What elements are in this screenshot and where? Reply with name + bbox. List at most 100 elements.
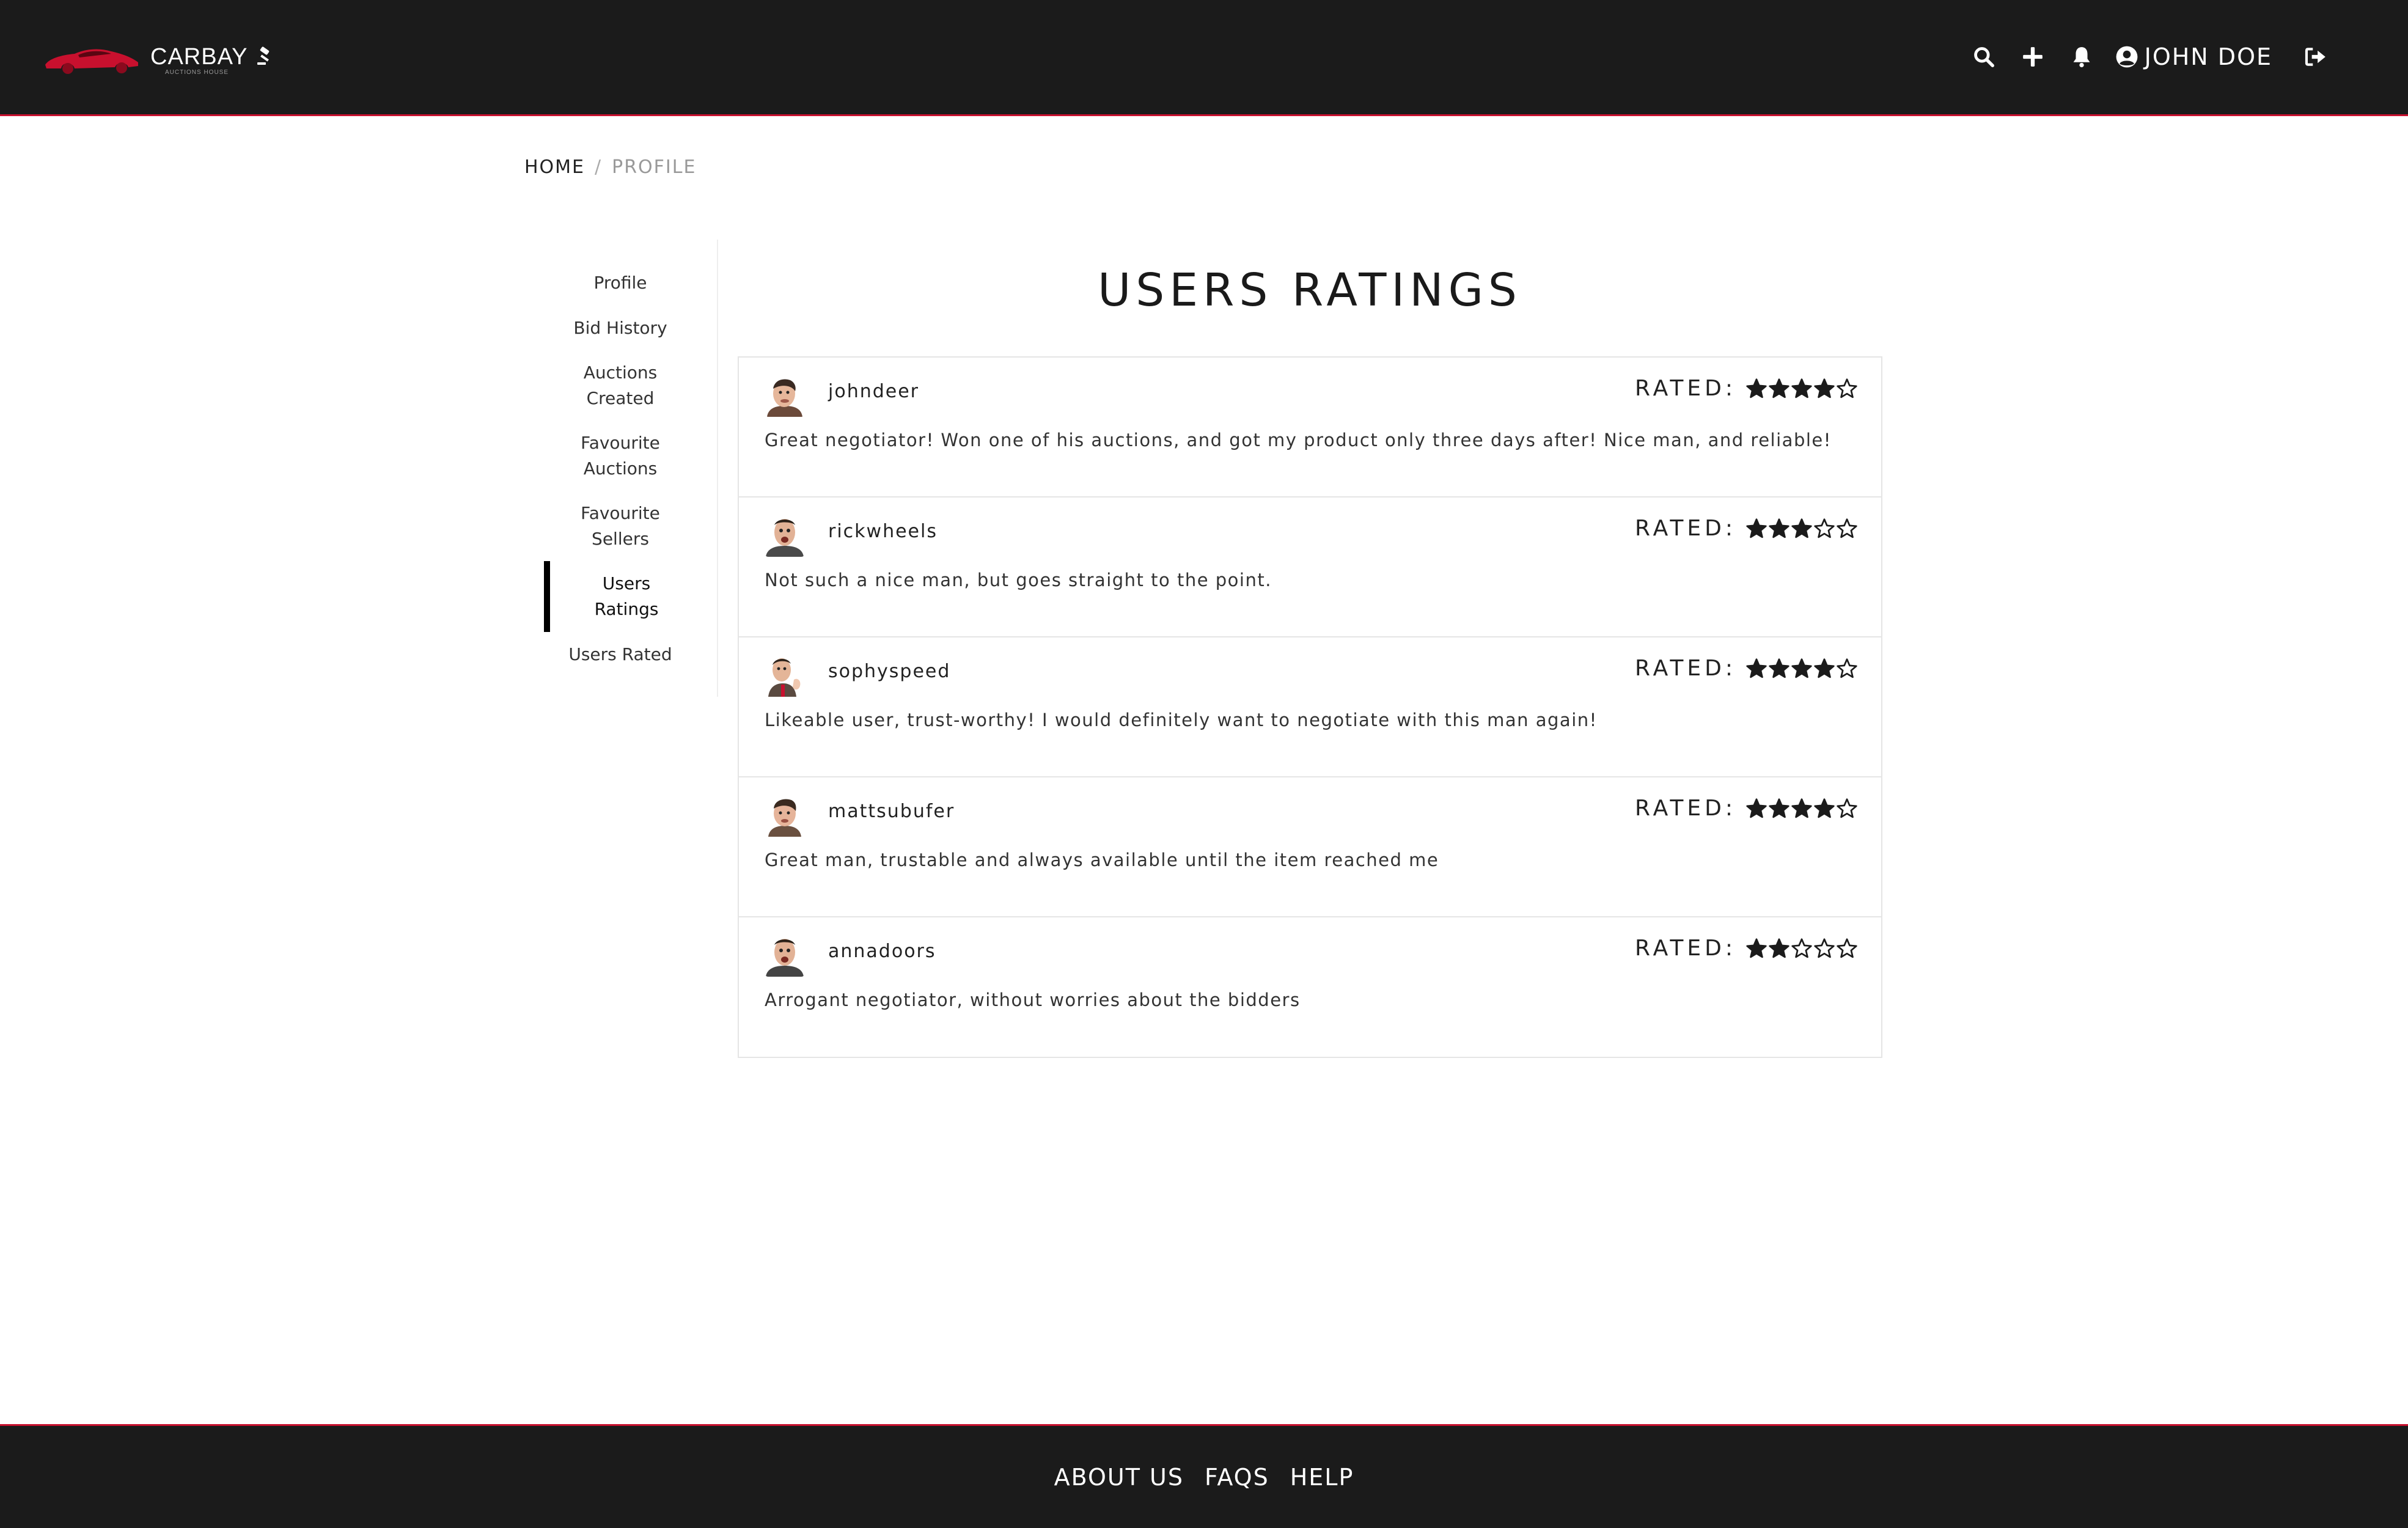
rated-label: RATED: <box>1635 516 1736 541</box>
star-filled-icon <box>1791 798 1812 818</box>
rated-label: RATED: <box>1635 656 1736 681</box>
star-empty-icon <box>1814 938 1835 958</box>
star-filled-icon <box>1769 378 1789 398</box>
user-avatar-icon <box>765 514 805 557</box>
star-empty-icon <box>1837 938 1857 958</box>
star-filled-icon <box>1791 518 1812 538</box>
sidebar-item-users-ratings[interactable]: Users Ratings <box>550 571 703 622</box>
sidebar-item-favourite-sellers[interactable]: Favourite Sellers <box>544 501 697 552</box>
sidebar-item-profile[interactable]: Profile <box>544 270 697 296</box>
page-title: USERS RATINGS <box>1098 264 1522 317</box>
rating-comment: Arrogant negotiator, without worries abo… <box>765 990 1301 1010</box>
avatar[interactable] <box>765 934 805 977</box>
footer: ABOUT US FAQS HELP <box>0 1424 2408 1528</box>
star-empty-icon <box>1837 798 1857 818</box>
star-empty-icon <box>1837 378 1857 398</box>
star-rating <box>1745 938 1858 960</box>
rating-username[interactable]: johndeer <box>828 381 919 402</box>
star-filled-icon <box>1769 518 1789 538</box>
sidebar-item-users-rated[interactable]: Users Rated <box>544 642 697 667</box>
star-filled-icon <box>1769 798 1789 818</box>
rating-card: sophyspeed RATED: Likeable user, trust-w… <box>739 637 1881 777</box>
star-rating <box>1745 518 1858 540</box>
user-avatar-icon <box>765 374 805 417</box>
star-filled-icon <box>1769 938 1789 958</box>
star-rating <box>1745 658 1858 680</box>
rating-comment: Great negotiator! Won one of his auction… <box>765 430 1832 450</box>
top-navbar: CARBAY AUCTIONS HOUSE JOHN DOE <box>0 0 2408 116</box>
user-circle-icon <box>2116 46 2138 68</box>
star-filled-icon <box>1814 378 1835 398</box>
ratings-list: johndeer RATED: Great negotiator! Won on… <box>738 356 1882 1058</box>
rating-comment: Likeable user, trust-worthy! I would def… <box>765 710 1598 730</box>
plus-icon <box>2022 47 2043 67</box>
footer-link-faqs[interactable]: FAQS <box>1205 1464 1269 1491</box>
avatar[interactable] <box>765 514 805 557</box>
rating-card: annadoors RATED: Arrogant negotiator, wi… <box>739 917 1881 1057</box>
sign-out-icon <box>2305 48 2325 66</box>
profile-sidebar: Profile Bid History Auctions Created Fav… <box>544 240 718 697</box>
footer-link-help[interactable]: HELP <box>1290 1464 1354 1491</box>
star-empty-icon <box>1837 658 1857 678</box>
rating-username[interactable]: annadoors <box>828 941 936 962</box>
star-rating <box>1745 378 1858 400</box>
star-filled-icon <box>1769 658 1789 678</box>
breadcrumb-home-link[interactable]: HOME <box>524 156 585 178</box>
car-logo-icon <box>45 49 138 74</box>
rating-score: RATED: <box>1635 796 1858 821</box>
notifications-button[interactable] <box>2063 38 2101 76</box>
rating-card: rickwheels RATED: Not such a nice man, b… <box>739 498 1881 637</box>
avatar[interactable] <box>765 654 805 697</box>
breadcrumb-separator: / <box>595 156 603 178</box>
bell-icon <box>2073 47 2090 68</box>
rated-label: RATED: <box>1635 376 1736 401</box>
logout-button[interactable] <box>2297 38 2335 76</box>
user-name: JOHN DOE <box>2144 43 2272 70</box>
sidebar-active-indicator <box>544 561 550 632</box>
star-filled-icon <box>1746 378 1767 398</box>
rating-score: RATED: <box>1635 376 1858 401</box>
footer-link-about-us[interactable]: ABOUT US <box>1054 1464 1184 1491</box>
star-filled-icon <box>1814 798 1835 818</box>
star-filled-icon <box>1746 798 1767 818</box>
brand-subtitle: AUCTIONS HOUSE <box>165 68 229 76</box>
star-empty-icon <box>1814 518 1835 538</box>
gavel-icon <box>257 46 270 65</box>
user-avatar-icon <box>765 654 805 697</box>
star-filled-icon <box>1791 378 1812 398</box>
rating-comment: Not such a nice man, but goes straight t… <box>765 570 1272 590</box>
rating-username[interactable]: sophyspeed <box>828 661 950 682</box>
rating-score: RATED: <box>1635 936 1858 961</box>
search-button[interactable] <box>1965 38 2003 76</box>
star-filled-icon <box>1746 658 1767 678</box>
rating-card: mattsubufer RATED: Great man, trustable … <box>739 777 1881 917</box>
sidebar-item-auctions-created[interactable]: Auctions Created <box>544 360 697 411</box>
sidebar-item-bid-history[interactable]: Bid History <box>544 315 697 341</box>
rating-score: RATED: <box>1635 656 1858 681</box>
rating-username[interactable]: rickwheels <box>828 521 938 542</box>
rating-score: RATED: <box>1635 516 1858 541</box>
avatar[interactable] <box>765 794 805 837</box>
star-filled-icon <box>1814 658 1835 678</box>
star-filled-icon <box>1746 518 1767 538</box>
star-rating <box>1745 798 1858 820</box>
star-empty-icon <box>1791 938 1812 958</box>
star-empty-icon <box>1837 518 1857 538</box>
user-menu[interactable]: JOHN DOE <box>2115 43 2272 70</box>
rated-label: RATED: <box>1635 796 1736 821</box>
star-filled-icon <box>1791 658 1812 678</box>
brand-name: CARBAY <box>150 43 248 70</box>
sidebar-item-favourite-auctions[interactable]: Favourite Auctions <box>544 430 697 482</box>
avatar[interactable] <box>765 374 805 417</box>
navbar-actions: JOHN DOE <box>1954 38 2335 76</box>
breadcrumb: HOME / PROFILE <box>524 156 696 178</box>
user-avatar-icon <box>765 794 805 837</box>
search-icon <box>1973 47 1994 67</box>
rating-username[interactable]: mattsubufer <box>828 801 955 822</box>
create-auction-button[interactable] <box>2014 38 2052 76</box>
breadcrumb-current: PROFILE <box>612 156 697 178</box>
rating-comment: Great man, trustable and always availabl… <box>765 850 1439 870</box>
rated-label: RATED: <box>1635 936 1736 961</box>
user-avatar-icon <box>765 934 805 977</box>
brand-logo[interactable]: CARBAY AUCTIONS HOUSE <box>43 35 276 84</box>
